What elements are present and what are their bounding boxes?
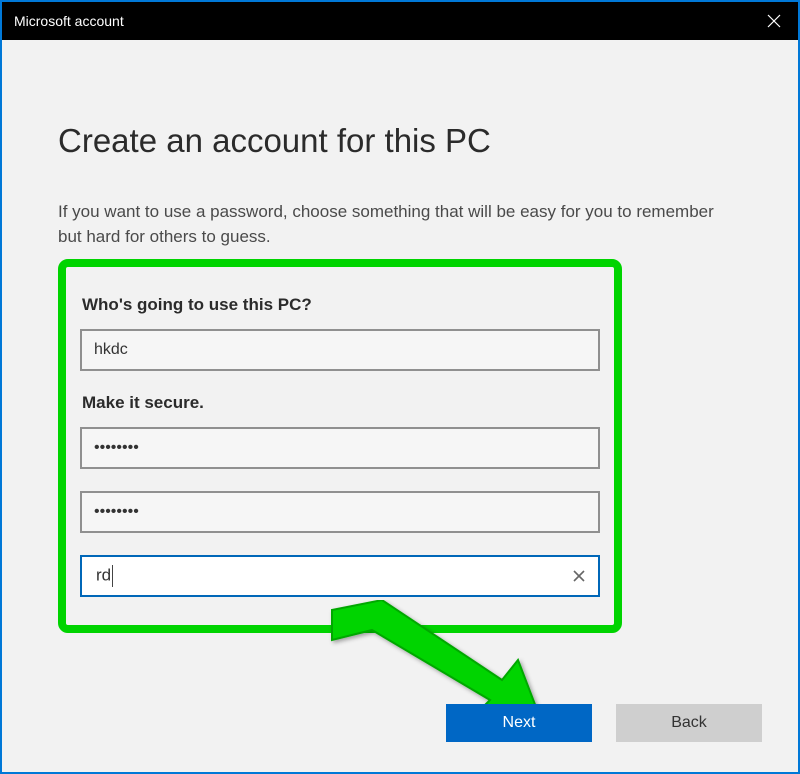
username-value: hkdc	[94, 341, 128, 359]
next-button[interactable]: Next	[446, 704, 592, 742]
close-icon	[767, 14, 781, 28]
footer-buttons: Next Back	[446, 704, 762, 742]
window: Microsoft account Create an account for …	[0, 0, 800, 774]
close-button[interactable]	[750, 2, 798, 40]
username-label: Who's going to use this PC?	[82, 295, 600, 315]
page-subtext: If you want to use a password, choose so…	[58, 200, 742, 249]
password-section-label: Make it secure.	[82, 393, 600, 413]
password-hint-value: rd	[96, 565, 568, 587]
password-input[interactable]: ••••••••	[80, 427, 600, 469]
back-button-label: Back	[671, 714, 707, 732]
page-title: Create an account for this PC	[58, 122, 742, 160]
titlebar: Microsoft account	[2, 2, 798, 40]
password-value: ••••••••	[94, 439, 139, 457]
text-caret	[112, 565, 113, 587]
clear-hint-button[interactable]	[568, 565, 590, 587]
content-area: Create an account for this PC If you wan…	[2, 40, 798, 772]
back-button[interactable]: Back	[616, 704, 762, 742]
window-title: Microsoft account	[14, 13, 124, 29]
password-hint-input[interactable]: rd	[80, 555, 600, 597]
confirm-password-input[interactable]: ••••••••	[80, 491, 600, 533]
next-button-label: Next	[503, 714, 536, 732]
username-input[interactable]: hkdc	[80, 329, 600, 371]
annotation-highlight-box: Who's going to use this PC? hkdc Make it…	[58, 259, 622, 633]
clear-icon	[572, 569, 586, 583]
confirm-password-value: ••••••••	[94, 503, 139, 521]
